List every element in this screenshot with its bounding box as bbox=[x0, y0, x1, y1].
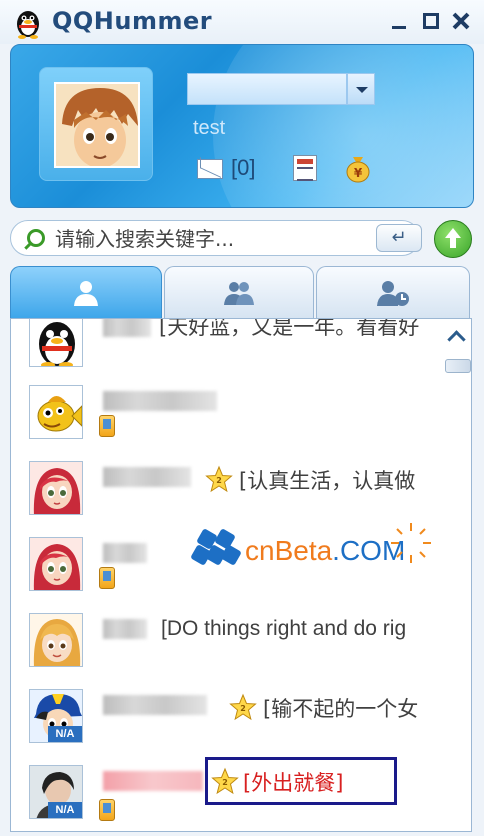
red-hair-girl-avatar-icon bbox=[30, 538, 82, 590]
avatar[interactable] bbox=[54, 82, 140, 168]
search-enter-button[interactable]: ↵ bbox=[376, 224, 422, 252]
vip-star-icon: 2 bbox=[205, 465, 233, 493]
contact-name-blurred bbox=[103, 619, 147, 639]
tab-contacts[interactable] bbox=[10, 266, 162, 318]
mail-count[interactable]: [0] bbox=[231, 155, 255, 181]
contact-avatar bbox=[29, 461, 83, 515]
contact-list[interactable]: [天好蓝，又是一年。看看好 2 [认真生活，认真做 [DO things rig… bbox=[10, 318, 472, 832]
blonde-girl-avatar-icon bbox=[30, 614, 82, 666]
contact-name-blurred bbox=[103, 543, 147, 563]
money-bag-icon[interactable]: ¥ bbox=[343, 153, 373, 183]
contact-status: [输不起的一个女 bbox=[263, 697, 419, 721]
tab-recent[interactable] bbox=[316, 266, 470, 318]
mobile-online-icon bbox=[99, 799, 115, 821]
title-bar: QQHummer bbox=[0, 0, 484, 44]
contact-avatar: N/A bbox=[29, 689, 83, 743]
na-badge: N/A bbox=[48, 726, 82, 742]
tab-groups[interactable] bbox=[164, 266, 314, 318]
panel-shine bbox=[213, 45, 473, 207]
svg-text:2: 2 bbox=[240, 704, 246, 713]
list-item[interactable]: [天好蓝，又是一年。看看好 bbox=[11, 318, 441, 383]
maximize-icon bbox=[423, 13, 439, 29]
contact-status: [认真生活，认真做 bbox=[239, 469, 416, 493]
penguin-avatar-icon bbox=[39, 322, 75, 366]
close-icon bbox=[452, 12, 470, 30]
fish-avatar-icon bbox=[30, 386, 82, 438]
vip-star-icon: 2 bbox=[229, 693, 257, 721]
list-item[interactable]: [DO things right and do rig bbox=[11, 607, 441, 683]
search-input[interactable] bbox=[55, 225, 375, 253]
search-icon bbox=[27, 229, 45, 247]
enter-arrow-icon: ↵ bbox=[391, 227, 407, 248]
cnbeta-watermark: cnBeta.COM bbox=[190, 519, 433, 587]
watermark-text: cnBeta.COM bbox=[245, 535, 405, 567]
contact-avatar bbox=[29, 319, 83, 367]
recent-contacts-icon bbox=[377, 281, 409, 306]
svg-text:2: 2 bbox=[216, 476, 222, 485]
contact-name-blurred bbox=[103, 771, 203, 791]
list-item[interactable]: N/A 2 [输不起的一个女 bbox=[11, 683, 441, 759]
contact-avatar bbox=[29, 613, 83, 667]
status-dropdown-button[interactable] bbox=[347, 73, 375, 105]
avatar-frame[interactable] bbox=[39, 67, 153, 181]
minimize-button[interactable] bbox=[388, 10, 410, 32]
contact-status: [DO things right and do rig bbox=[161, 617, 407, 640]
signature-text[interactable]: test bbox=[193, 117, 225, 140]
contact-name-blurred bbox=[103, 391, 217, 411]
maximize-button[interactable] bbox=[420, 10, 442, 32]
scrollbar[interactable] bbox=[441, 319, 471, 831]
group-icon bbox=[224, 282, 254, 305]
app-title: QQHummer bbox=[52, 7, 213, 35]
close-button[interactable] bbox=[450, 10, 472, 32]
upload-arrow-button[interactable] bbox=[434, 220, 472, 258]
contact-icon bbox=[74, 281, 98, 306]
red-hair-girl-avatar-icon bbox=[30, 462, 82, 514]
mobile-online-icon bbox=[99, 415, 115, 437]
avatar-cartoon-boy-icon bbox=[56, 84, 138, 166]
mail-icon[interactable] bbox=[197, 159, 223, 179]
contact-name-blurred bbox=[103, 695, 207, 715]
na-badge: N/A bbox=[48, 802, 82, 818]
contact-name-blurred bbox=[103, 467, 191, 487]
news-icon[interactable] bbox=[293, 155, 317, 181]
contact-avatar bbox=[29, 537, 83, 591]
watermark-text-prefix: cnBeta bbox=[245, 535, 333, 566]
minimize-icon bbox=[392, 26, 406, 29]
contact-avatar bbox=[29, 385, 83, 439]
nickname-field[interactable] bbox=[187, 73, 347, 105]
list-item[interactable] bbox=[11, 379, 441, 455]
profile-panel: test [0] ¥ bbox=[10, 44, 474, 208]
highlight-box bbox=[205, 757, 397, 805]
scroll-thumb[interactable] bbox=[445, 359, 471, 373]
scroll-up-icon[interactable] bbox=[445, 327, 469, 345]
contact-avatar: N/A bbox=[29, 765, 83, 819]
qq-penguin-logo-icon bbox=[17, 11, 39, 39]
contact-name-blurred bbox=[103, 319, 151, 337]
mobile-online-icon bbox=[99, 567, 115, 589]
sun-burst-icon bbox=[391, 523, 431, 563]
contact-status: [天好蓝，又是一年。看看好 bbox=[159, 318, 420, 339]
search-box[interactable] bbox=[10, 220, 420, 256]
svg-text:¥: ¥ bbox=[354, 166, 363, 180]
